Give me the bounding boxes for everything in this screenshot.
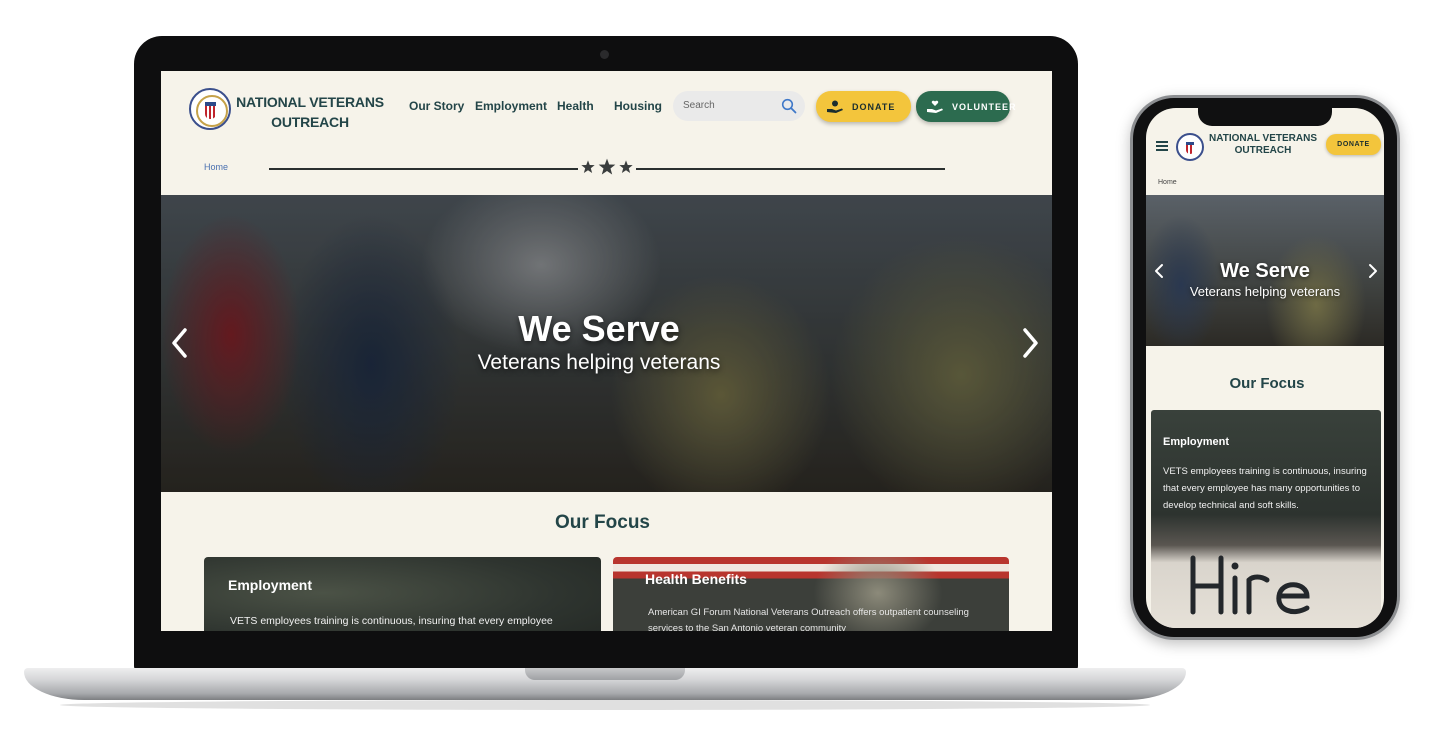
hero-subtitle: Veterans helping veterans <box>1189 284 1341 299</box>
focus-card-employment[interactable]: Employment VETS employees training is co… <box>204 557 601 631</box>
phone-notch <box>1198 104 1332 126</box>
hero-title: We Serve <box>518 308 680 349</box>
donate-button[interactable]: DONATE <box>816 91 911 122</box>
chevron-right-icon[interactable] <box>1368 263 1378 279</box>
card-title: Health Benefits <box>645 571 747 587</box>
divider-stars <box>578 156 636 178</box>
star-icon <box>619 160 633 173</box>
laptop-camera <box>600 50 609 59</box>
hero-carousel: We Serve Veterans helping veterans <box>1146 195 1384 346</box>
hero-subtitle: Veterans helping veterans <box>477 351 721 374</box>
nav-employment[interactable]: Employment <box>475 99 547 113</box>
focus-heading: Our Focus <box>1229 375 1305 392</box>
hamburger-menu-icon[interactable] <box>1156 141 1168 151</box>
chevron-left-icon[interactable] <box>1154 263 1164 279</box>
search-placeholder: Search <box>683 100 715 111</box>
star-icon <box>598 158 616 175</box>
mockup-stage: NATIONAL VETERANS OUTREACH Our Story Emp… <box>0 0 1440 739</box>
search-icon[interactable] <box>781 98 797 114</box>
volunteer-button[interactable]: VOLUNTEER <box>916 91 1016 122</box>
site-header: NATIONAL VETERANS OUTREACH Our Story Emp… <box>161 71 1052 147</box>
laptop-hinge-notch <box>525 668 685 680</box>
focus-heading: Our Focus <box>554 512 650 533</box>
breadcrumb-home[interactable]: Home <box>1158 179 1177 186</box>
focus-card-health[interactable]: Health Benefits American GI Forum Nation… <box>613 557 1009 631</box>
hero-title: We Serve <box>1220 260 1310 282</box>
volunteer-hand-icon <box>927 100 943 113</box>
card-text: American GI Forum National Veterans Outr… <box>648 607 969 631</box>
search-input[interactable]: Search <box>673 91 805 121</box>
seal-logo[interactable] <box>1176 133 1204 161</box>
donate-hand-icon <box>827 100 843 113</box>
card-title: Employment <box>1163 436 1230 448</box>
desktop-site: NATIONAL VETERANS OUTREACH Our Story Emp… <box>161 71 1052 631</box>
donate-label: DONATE <box>852 101 896 112</box>
card-title: Employment <box>228 577 313 593</box>
chevron-right-icon[interactable] <box>1017 325 1043 361</box>
donate-button[interactable]: DONATE <box>1326 134 1381 155</box>
seal-logo[interactable] <box>189 88 231 130</box>
site-brand[interactable]: NATIONAL VETERANS OUTREACH <box>1206 133 1320 157</box>
hire-me-sign-photo <box>1187 548 1357 628</box>
chevron-left-icon[interactable] <box>167 325 193 361</box>
hero-carousel: We Serve Veterans helping veterans <box>161 195 1052 492</box>
star-icon <box>581 160 595 173</box>
focus-card-employment[interactable]: Employment VETS employees training is co… <box>1151 410 1381 628</box>
nav-health[interactable]: Health <box>557 99 594 113</box>
card-text: VETS employees training is continuous, i… <box>1163 466 1367 511</box>
nav-our-story[interactable]: Our Story <box>409 99 464 113</box>
laptop-shadow <box>60 700 1150 710</box>
card-text: VETS employees training is continuous, i… <box>230 615 553 627</box>
breadcrumb-home[interactable]: Home <box>204 162 228 172</box>
site-brand[interactable]: NATIONAL VETERANS OUTREACH <box>235 92 385 132</box>
nav-housing[interactable]: Housing <box>614 99 662 113</box>
volunteer-label: VOLUNTEER <box>952 101 1017 112</box>
mobile-site: NATIONAL VETERANS OUTREACH DONATE Home W… <box>1146 108 1384 628</box>
